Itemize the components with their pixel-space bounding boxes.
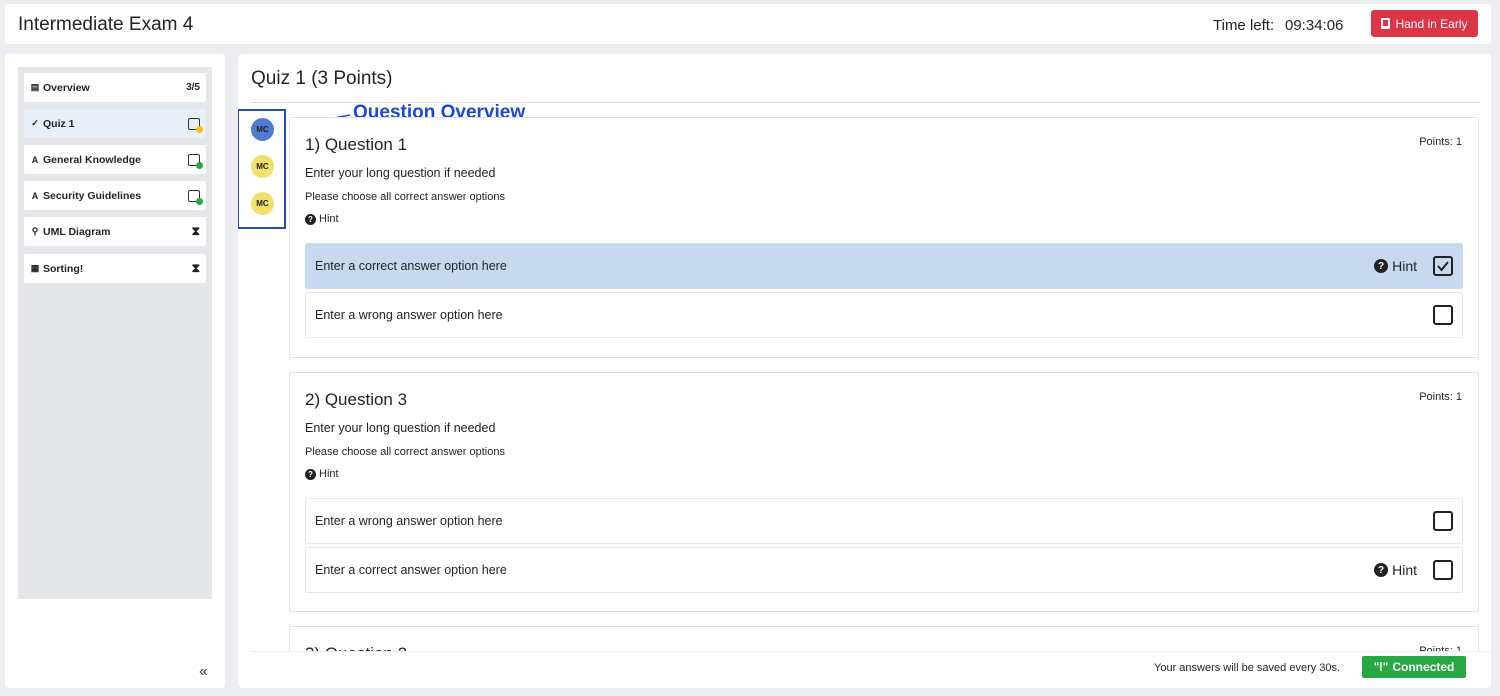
question-text: Enter your long question if needed bbox=[305, 166, 496, 180]
overview-progress-count: 3/5 bbox=[186, 82, 200, 93]
diagram-icon: ⚲ bbox=[31, 226, 39, 236]
signal-tower-icon: "ǀ" bbox=[1373, 660, 1389, 674]
keyboard-icon: ▦ bbox=[30, 263, 40, 273]
question-points: Points: 1 bbox=[1419, 391, 1462, 403]
connection-status-label: Connected bbox=[1392, 660, 1455, 674]
hint-label: Hint bbox=[1392, 562, 1417, 578]
sidebar-item-security-guidelines[interactable]: A Security Guidelines bbox=[24, 181, 206, 210]
question-instruction: Please choose all correct answer options bbox=[305, 191, 505, 203]
answer-hint-link[interactable]: ? Hint bbox=[1374, 562, 1417, 578]
autosave-note: Your answers will be saved every 30s. bbox=[1154, 662, 1341, 674]
answer-checkbox[interactable] bbox=[1433, 305, 1453, 325]
sidebar-item-label: Overview bbox=[43, 81, 90, 94]
save-done-icon bbox=[188, 153, 203, 169]
sidebar-item-general-knowledge[interactable]: A General Knowledge bbox=[24, 145, 206, 174]
question-overview-item[interactable]: MC bbox=[251, 155, 274, 178]
question-points: Points: 1 bbox=[1419, 136, 1462, 148]
answer-option[interactable]: Enter a wrong answer option here bbox=[305, 292, 1463, 338]
question-overview-item[interactable]: MC bbox=[251, 192, 274, 215]
font-icon: A bbox=[31, 154, 39, 165]
time-left-label: Time left: bbox=[1213, 17, 1275, 34]
exam-header: Intermediate Exam 4 Time left: 09:34:06 … bbox=[5, 4, 1491, 44]
question-title: 1) Question 1 bbox=[305, 135, 408, 154]
save-status-bar: Your answers will be saved every 30s. "ǀ… bbox=[251, 651, 1491, 688]
sidebar-list: ▤ Overview 3/5 ✓ Quiz 1 A General Knowle… bbox=[18, 67, 212, 599]
question-instruction: Please choose all correct answer options bbox=[305, 446, 505, 458]
sidebar-item-overview[interactable]: ▤ Overview 3/5 bbox=[24, 73, 206, 102]
hourglass-icon: ⧗ bbox=[191, 261, 200, 275]
collapse-sidebar-button[interactable]: « bbox=[199, 663, 208, 681]
hint-label: Hint bbox=[319, 213, 339, 225]
answer-option-text: Enter a wrong answer option here bbox=[315, 308, 503, 322]
question-card: 2) Question 3 Points: 1 Enter your long … bbox=[289, 372, 1479, 612]
sidebar-item-uml-diagram[interactable]: ⚲ UML Diagram ⧗ bbox=[24, 217, 206, 246]
question-hint-link[interactable]: ? Hint bbox=[305, 213, 339, 225]
font-icon: A bbox=[31, 190, 39, 201]
sidebar-item-label: General Knowledge bbox=[43, 153, 142, 166]
answer-option-text: Enter a wrong answer option here bbox=[315, 514, 503, 528]
answer-option-text: Enter a correct answer option here bbox=[315, 259, 507, 273]
sidebar-item-label: Security Guidelines bbox=[43, 189, 142, 202]
connection-status-badge: "ǀ" Connected bbox=[1362, 656, 1466, 678]
hint-label: Hint bbox=[319, 468, 339, 480]
answer-checkbox[interactable] bbox=[1433, 511, 1453, 531]
answer-hint-link[interactable]: ? Hint bbox=[1374, 258, 1417, 274]
question-card: 1) Question 1 Points: 1 Enter your long … bbox=[289, 117, 1479, 358]
file-icon: ▤ bbox=[30, 82, 40, 92]
save-pending-icon bbox=[188, 117, 203, 133]
time-left-value: 09:34:06 bbox=[1285, 17, 1344, 34]
hand-in-early-button[interactable]: Hand in Early bbox=[1371, 10, 1478, 37]
quiz-title: Quiz 1 (3 Points) bbox=[251, 68, 393, 89]
question-overview-item[interactable]: MC bbox=[251, 118, 274, 141]
check-double-icon: ✓ bbox=[31, 118, 39, 128]
question-circle-icon: ? bbox=[1374, 259, 1389, 273]
sidebar-item-label: UML Diagram bbox=[43, 225, 111, 238]
question-circle-icon: ? bbox=[305, 213, 316, 225]
question-circle-icon: ? bbox=[305, 468, 316, 480]
question-text: Enter your long question if needed bbox=[305, 421, 496, 435]
sidebar-item-label: Sorting! bbox=[43, 262, 84, 275]
sidebar-item-label: Quiz 1 bbox=[43, 117, 75, 130]
answer-checkbox[interactable] bbox=[1433, 560, 1453, 580]
hand-in-icon bbox=[1381, 18, 1391, 29]
question-circle-icon: ? bbox=[1374, 563, 1389, 577]
answer-option[interactable]: Enter a correct answer option here ? Hin… bbox=[305, 547, 1463, 593]
exam-title: Intermediate Exam 4 bbox=[18, 14, 194, 35]
answer-option[interactable]: Enter a wrong answer option here bbox=[305, 498, 1463, 544]
question-hint-link[interactable]: ? Hint bbox=[305, 468, 339, 480]
quiz-main-panel: Quiz 1 (3 Points) MC MC MC Question Over… bbox=[238, 54, 1491, 688]
hourglass-icon: ⧗ bbox=[191, 224, 200, 238]
hand-in-label: Hand in Early bbox=[1395, 16, 1468, 31]
checkmark-icon bbox=[1437, 261, 1449, 272]
answer-option-text: Enter a correct answer option here bbox=[315, 563, 507, 577]
question-title: 2) Question 3 bbox=[305, 390, 408, 409]
answer-option[interactable]: Enter a correct answer option here ? Hin… bbox=[305, 243, 1463, 289]
question-overview-panel: MC MC MC bbox=[238, 109, 286, 229]
sidebar-item-quiz-1[interactable]: ✓ Quiz 1 bbox=[24, 109, 206, 138]
answer-checkbox[interactable] bbox=[1433, 256, 1453, 276]
hint-label: Hint bbox=[1392, 258, 1417, 274]
exam-navigation-sidebar: ▤ Overview 3/5 ✓ Quiz 1 A General Knowle… bbox=[5, 54, 225, 688]
sidebar-item-sorting[interactable]: ▦ Sorting! ⧗ bbox=[24, 254, 206, 283]
save-done-icon bbox=[188, 189, 203, 205]
